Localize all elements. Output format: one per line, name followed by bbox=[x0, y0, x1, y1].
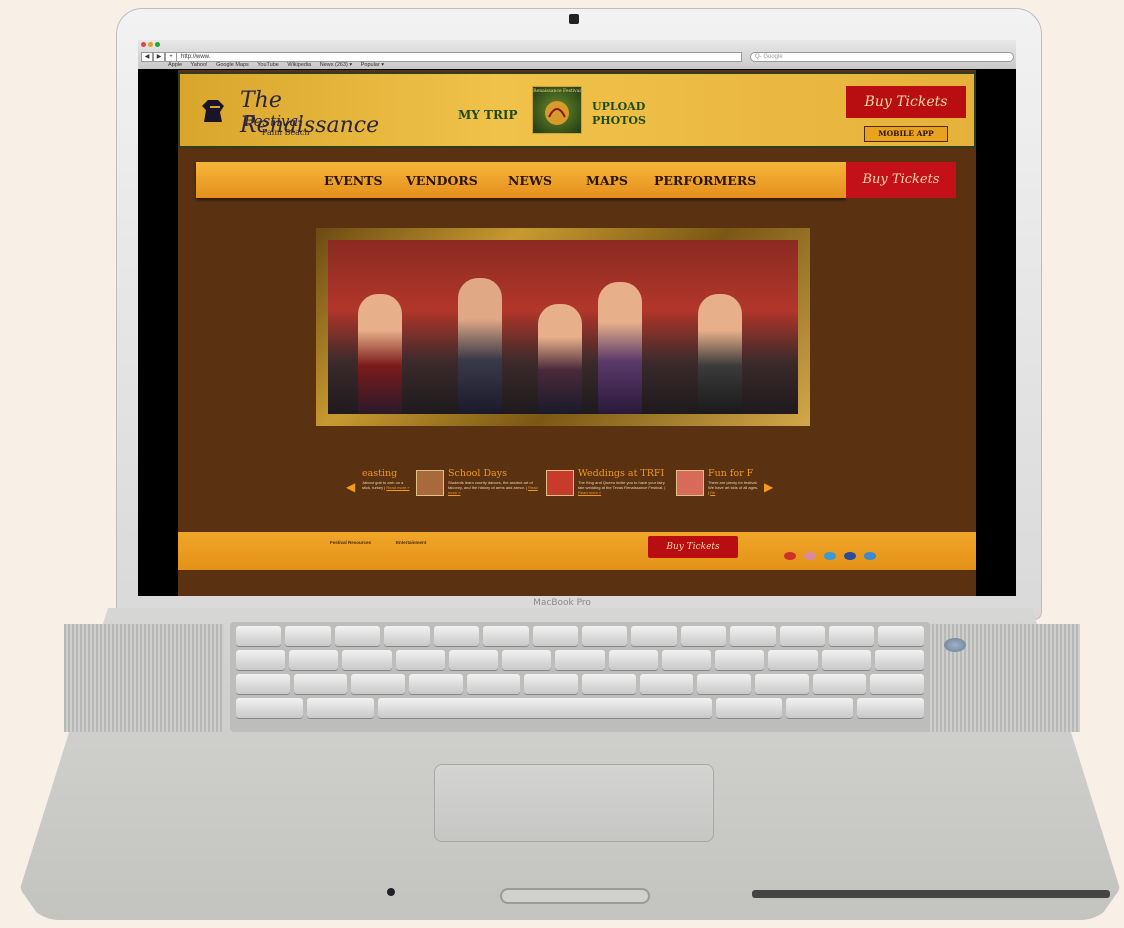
nav-buy-tickets-button[interactable]: Buy Tickets bbox=[846, 162, 956, 198]
app-tile-text: Renaissance Festival bbox=[533, 89, 581, 94]
flickr-icon[interactable] bbox=[804, 552, 816, 560]
nav-maps[interactable]: MAPS bbox=[586, 173, 628, 188]
footer-entertainment-heading: Entertainment bbox=[396, 540, 427, 545]
slide-desc: Students learn courtly dances, the ancie… bbox=[448, 480, 538, 495]
upload-label-line2: PHOTOS bbox=[592, 114, 646, 127]
site-header: The Renaissance Festival Palm Beach MY T… bbox=[178, 72, 976, 148]
carousel-slide[interactable]: Weddings at TRFI The King and Queen invi… bbox=[546, 468, 670, 508]
slide-desc-text: There are plenty for festival. We have a… bbox=[708, 480, 759, 490]
buy-tickets-button[interactable]: Buy Tickets bbox=[846, 86, 966, 118]
news-carousel: ◀ easting Jabout gob to arrh on a stick,… bbox=[346, 468, 778, 508]
dancer-figure bbox=[458, 278, 502, 414]
read-more-link[interactable]: Read more » bbox=[386, 485, 409, 490]
hero-frame bbox=[316, 228, 810, 426]
device-label: MacBook Pro bbox=[533, 598, 591, 608]
camera-icon bbox=[569, 14, 579, 24]
slide-title: Fun for F bbox=[708, 468, 754, 479]
slide-desc: The King and Queen invite you to have yo… bbox=[578, 480, 666, 495]
slide-thumbnail bbox=[676, 470, 704, 496]
close-window-icon[interactable] bbox=[141, 42, 146, 47]
bookmark-wikipedia[interactable]: Wikipedia bbox=[287, 62, 311, 68]
slide-title: Weddings at TRFI bbox=[578, 468, 665, 479]
my-trip-link[interactable]: MY TRIP bbox=[458, 108, 518, 122]
optical-drive-slot bbox=[752, 890, 1110, 898]
read-more-link[interactable]: Re bbox=[710, 490, 715, 495]
sleep-indicator-icon bbox=[387, 888, 395, 896]
bookmark-yahoo[interactable]: Yahoo! bbox=[191, 62, 208, 68]
twitter-icon[interactable] bbox=[824, 552, 836, 560]
bookmark-google-maps[interactable]: Google Maps bbox=[216, 62, 249, 68]
lid-latch[interactable] bbox=[500, 888, 650, 904]
zoom-window-icon[interactable] bbox=[155, 42, 160, 47]
pinterest-icon[interactable] bbox=[784, 552, 796, 560]
laptop-screen: ◀ ▶ + http://www. Q- Google Apple Yahoo!… bbox=[138, 40, 1016, 596]
browser-toolbar: ◀ ▶ + http://www. Q- Google Apple Yahoo!… bbox=[138, 40, 1016, 69]
bookmarks-bar: Apple Yahoo! Google Maps YouTube Wikiped… bbox=[138, 62, 1016, 69]
slide-thumbnail bbox=[416, 470, 444, 496]
carousel-slide[interactable]: Fun for F There are plenty for festival.… bbox=[676, 468, 760, 508]
app-tile[interactable]: Renaissance Festival bbox=[532, 86, 582, 134]
hero-photo bbox=[328, 240, 798, 414]
right-speaker-grille bbox=[920, 624, 1080, 732]
upload-photos-link[interactable]: UPLOAD PHOTOS bbox=[592, 100, 646, 128]
knight-logo-icon bbox=[202, 100, 224, 122]
nav-performers[interactable]: PERFORMERS bbox=[654, 173, 756, 188]
nav-events[interactable]: EVENTS bbox=[324, 173, 383, 188]
main-nav: EVENTS VENDORS NEWS MAPS PERFORMERS bbox=[196, 162, 846, 198]
upload-label-line1: UPLOAD bbox=[592, 100, 646, 113]
carousel-prev-icon[interactable]: ◀ bbox=[346, 480, 355, 494]
dancer-figure bbox=[538, 304, 582, 414]
back-button[interactable]: ◀ bbox=[141, 52, 153, 62]
dancer-figure bbox=[358, 294, 402, 414]
footer-festival-resources-heading: Festival Resources bbox=[330, 540, 372, 545]
minimize-window-icon[interactable] bbox=[148, 42, 153, 47]
carousel-slide[interactable]: School Days Students learn courtly dance… bbox=[416, 468, 540, 508]
slide-desc: There are plenty for festival. We have a… bbox=[708, 480, 759, 495]
forward-button[interactable]: ▶ bbox=[153, 52, 165, 62]
search-field[interactable]: Q- Google bbox=[750, 52, 1014, 62]
nav-vendors[interactable]: VENDORS bbox=[406, 173, 478, 188]
bookmark-news[interactable]: News (263) ▾ bbox=[320, 62, 352, 68]
keyboard bbox=[230, 622, 930, 732]
site-logo[interactable]: The Renaissance Festival Palm Beach bbox=[200, 82, 379, 142]
footer-buy-tickets-button[interactable]: Buy Tickets bbox=[648, 536, 738, 558]
slide-thumbnail bbox=[546, 470, 574, 496]
slide-title: School Days bbox=[448, 468, 507, 479]
bookmark-apple[interactable]: Apple bbox=[168, 62, 182, 68]
carousel-next-icon[interactable]: ▶ bbox=[764, 480, 773, 494]
mobile-app-button[interactable]: MOBILE APP bbox=[864, 126, 948, 142]
bookmark-youtube[interactable]: YouTube bbox=[257, 62, 279, 68]
website: The Renaissance Festival Palm Beach MY T… bbox=[178, 70, 976, 596]
nav-news[interactable]: NEWS bbox=[508, 173, 552, 188]
trackpad[interactable] bbox=[434, 764, 714, 842]
read-more-link[interactable]: Read more » bbox=[578, 490, 601, 495]
slide-desc-text: Students learn courtly dances, the ancie… bbox=[448, 480, 533, 490]
facebook-icon[interactable] bbox=[844, 552, 856, 560]
slide-desc-text: The King and Queen invite you to have yo… bbox=[578, 480, 665, 490]
dancer-figure bbox=[698, 294, 742, 414]
vimeo-icon[interactable] bbox=[864, 552, 876, 560]
url-field[interactable]: http://www. bbox=[176, 52, 742, 62]
power-button-icon[interactable] bbox=[944, 638, 966, 652]
left-speaker-grille bbox=[64, 624, 224, 732]
slide-desc: Jabout gob to arrh on a stick, turkey | … bbox=[362, 480, 410, 490]
carousel-slide[interactable]: easting Jabout gob to arrh on a stick, t… bbox=[362, 468, 412, 508]
slide-title: easting bbox=[362, 468, 398, 479]
dancer-figure bbox=[598, 282, 642, 414]
site-footer: Festival Resources Entertainment Buy Tic… bbox=[178, 532, 976, 570]
logo-location: Palm Beach bbox=[262, 128, 310, 137]
bookmark-popular[interactable]: Popular ▾ bbox=[361, 62, 384, 68]
